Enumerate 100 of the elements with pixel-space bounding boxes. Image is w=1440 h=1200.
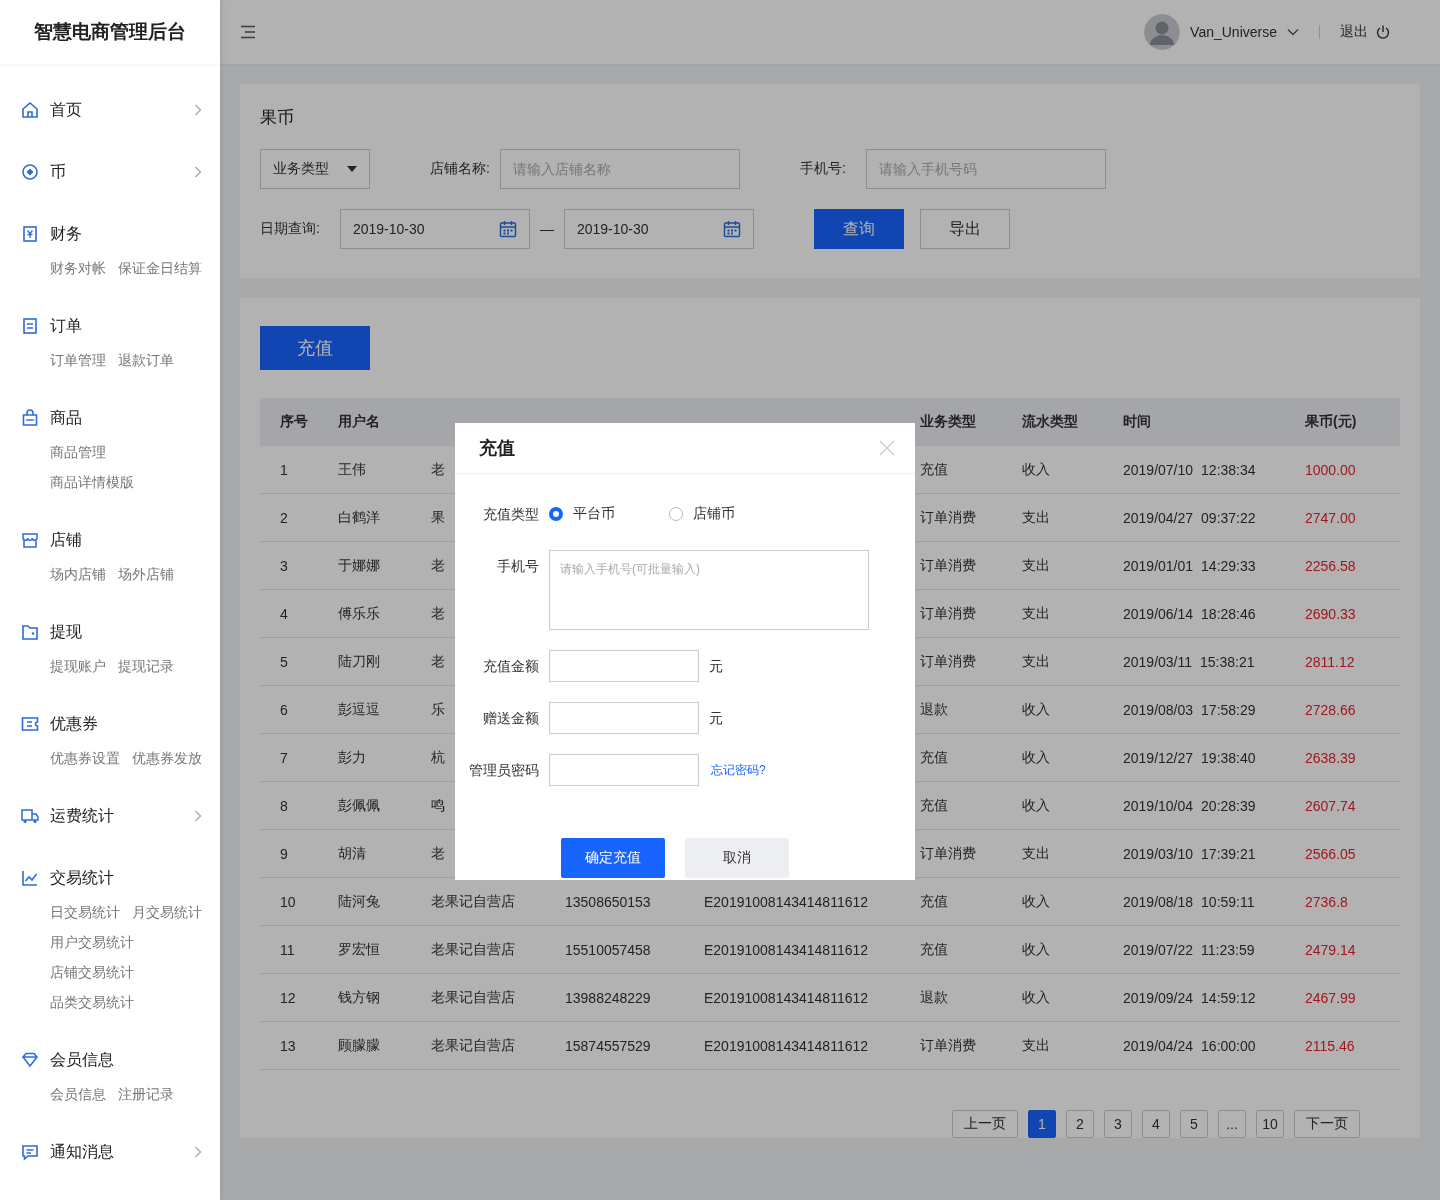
document-icon: [20, 316, 40, 336]
sidebar-subitem[interactable]: 优惠券设置: [50, 750, 120, 768]
table-cell: 2: [280, 509, 288, 526]
calendar-icon[interactable]: [722, 220, 741, 238]
menu-icon[interactable]: [240, 25, 256, 39]
table-cell: 支出: [1022, 604, 1050, 623]
page-button[interactable]: 3: [1104, 1110, 1132, 1138]
sidebar-item[interactable]: 币: [0, 152, 220, 192]
input-field[interactable]: [549, 754, 699, 786]
table-cell: 老果记自营店: [431, 892, 515, 911]
input-field[interactable]: [549, 650, 699, 682]
sidebar-subitem[interactable]: 注册记录: [118, 1086, 174, 1104]
form-label: 充值类型: [482, 505, 540, 524]
sidebar-item[interactable]: 会员信息: [0, 1040, 220, 1080]
form-label: 手机号: [496, 557, 540, 576]
table-cell: 6: [280, 701, 288, 718]
table-cell: 2019/07/22 11:23:59: [1123, 941, 1255, 958]
page-title: 果币: [260, 107, 295, 129]
forgot-password-link[interactable]: 忘记密码?: [711, 754, 766, 786]
sidebar-item[interactable]: 店铺: [0, 520, 220, 560]
sidebar-item[interactable]: 商品: [0, 398, 220, 438]
table-cell: 退款: [920, 700, 948, 719]
table-cell: 陆刀刚: [338, 652, 380, 671]
sidebar-subitem[interactable]: 用户交易统计: [50, 934, 134, 952]
next-page-button[interactable]: 下一页: [1294, 1110, 1360, 1138]
username[interactable]: Van_Universe: [1190, 24, 1277, 40]
table-cell: 13: [280, 1037, 296, 1054]
sidebar-subitem[interactable]: 财务对帐: [50, 260, 106, 278]
table-cell: 支出: [1022, 844, 1050, 863]
sidebar-subitem[interactable]: 订单管理: [50, 352, 106, 370]
sidebar-subitem[interactable]: 场外店铺: [118, 566, 174, 584]
prev-page-button[interactable]: 上一页: [952, 1110, 1018, 1138]
table-cell: 2019/08/18 10:59:11: [1123, 893, 1255, 910]
start-date-field[interactable]: 2019-10-30: [339, 209, 530, 249]
table-cell: 2019/09/24 14:59:12: [1123, 989, 1256, 1006]
sidebar-item[interactable]: 提现: [0, 612, 220, 652]
sidebar-subitem[interactable]: 月交易统计: [132, 904, 202, 922]
phone-input-field[interactable]: 请输入手机号(可批量输入): [549, 550, 869, 630]
sidebar-subitem[interactable]: 店铺交易统计: [50, 964, 134, 982]
recharge-button[interactable]: 充值: [260, 326, 370, 370]
chevron-down-icon[interactable]: [1287, 28, 1299, 36]
table-cell: 5: [280, 653, 288, 670]
sidebar-item[interactable]: 订单: [0, 306, 220, 346]
table-cell: 收入: [1022, 892, 1050, 911]
sidebar-subitem[interactable]: 场内店铺: [50, 566, 106, 584]
confirm-button[interactable]: 确定充值: [561, 838, 665, 878]
table-cell: 退款: [920, 988, 948, 1007]
table-cell: 2019/03/10 17:39:21: [1123, 845, 1256, 862]
page-button[interactable]: ...: [1218, 1110, 1246, 1138]
column-header: 业务类型: [920, 413, 976, 431]
table-cell: 15874557529: [565, 1037, 651, 1054]
table-cell: 支出: [1022, 556, 1050, 575]
phone-field[interactable]: 请输入手机号码: [865, 149, 1106, 189]
sidebar-subitem[interactable]: 提现记录: [118, 658, 174, 676]
sidebar-subitem[interactable]: 提现账户: [50, 658, 106, 676]
page-button[interactable]: 1: [1028, 1110, 1056, 1138]
logout-button[interactable]: 退出: [1340, 23, 1368, 41]
type-dropdown[interactable]: 业务类型: [260, 149, 370, 189]
sidebar-subitem[interactable]: 日交易统计: [50, 904, 120, 922]
radio-option[interactable]: 店铺币: [669, 505, 739, 523]
table-cell: 2115.46: [1305, 1037, 1355, 1054]
table-cell: 1: [280, 461, 288, 478]
sidebar-subitem[interactable]: 商品详情模版: [50, 474, 134, 492]
page-button[interactable]: 5: [1180, 1110, 1208, 1138]
sidebar-item[interactable]: 优惠券: [0, 704, 220, 744]
sidebar-item[interactable]: 交易统计: [0, 858, 220, 898]
sidebar-subitem[interactable]: 品类交易统计: [50, 994, 134, 1012]
ticket-icon: [20, 714, 40, 734]
cancel-button[interactable]: 取消: [685, 838, 789, 878]
table-cell: 2736.8: [1305, 893, 1348, 910]
table-cell: 老: [431, 460, 445, 479]
avatar[interactable]: [1144, 14, 1181, 50]
export-button[interactable]: 导出: [919, 209, 1010, 249]
table-cell: 2019/04/24 16:00:00: [1123, 1037, 1256, 1054]
sidebar-subitem[interactable]: 保证金日结算: [118, 260, 202, 278]
sidebar-item[interactable]: 首页: [0, 90, 220, 130]
sidebar-item[interactable]: 运费统计: [0, 796, 220, 836]
power-icon[interactable]: [1376, 25, 1390, 39]
page-button[interactable]: 4: [1142, 1110, 1170, 1138]
sidebar-subitem[interactable]: 会员信息: [50, 1086, 106, 1104]
table-cell: 10: [280, 893, 296, 910]
sidebar-item[interactable]: 财务: [0, 214, 220, 254]
end-date-field[interactable]: 2019-10-30: [563, 209, 754, 249]
radio-option[interactable]: 平台币: [549, 505, 619, 523]
input-field[interactable]: [549, 702, 699, 734]
page-button[interactable]: 2: [1066, 1110, 1094, 1138]
table-cell: E20191008143414811612: [704, 893, 869, 910]
sidebar-item[interactable]: 通知消息: [0, 1132, 220, 1172]
query-button[interactable]: 查询: [813, 209, 904, 249]
sidebar-subitem[interactable]: 商品管理: [50, 444, 106, 462]
table-cell: 7: [280, 749, 288, 766]
sidebar-subitem[interactable]: 退款订单: [118, 352, 174, 370]
store-name-field[interactable]: 请输入店铺名称: [499, 149, 740, 189]
table-cell: 15510057458: [565, 941, 651, 958]
table-cell: 傅乐乐: [338, 604, 380, 623]
coin-icon: [20, 162, 40, 182]
sidebar-subitem[interactable]: 优惠券发放: [132, 750, 202, 768]
calendar-icon[interactable]: [498, 220, 517, 238]
column-header: 时间: [1123, 413, 1151, 431]
page-button[interactable]: 10: [1256, 1110, 1284, 1138]
